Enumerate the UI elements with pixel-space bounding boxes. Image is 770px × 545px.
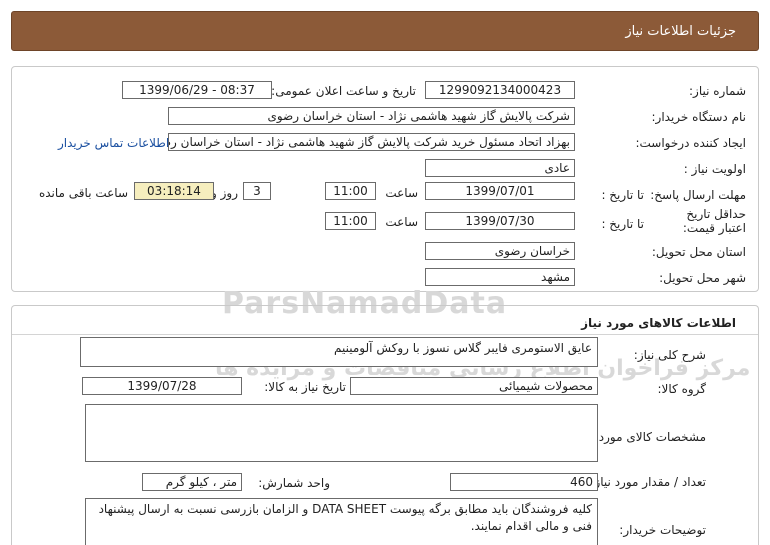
page-header: جزئیات اطلاعات نیاز [11, 11, 759, 51]
buyer-label: نام دستگاه خریدار: [651, 110, 747, 124]
city-field: مشهد [425, 268, 575, 286]
remaining-days-field: 3 [243, 182, 271, 200]
remaining-time-field: 03:18:14 [134, 182, 214, 200]
province-label: استان محل تحویل: [651, 245, 746, 259]
need-number-label: شماره نیاز: [689, 84, 746, 98]
days-label: روز و [211, 186, 238, 200]
deadline-until-label: تا تاریخ : [601, 188, 644, 202]
city-label: شهر محل تحویل: [659, 271, 746, 285]
unit-label: واحد شمارش: [258, 476, 330, 490]
goods-title-divider [12, 334, 758, 335]
buyer-notes-label: توضیحات خریدار: [619, 523, 706, 537]
group-field: محصولات شیمیائی [350, 377, 598, 395]
contact-buyer-link[interactable]: اطلاعات تماس خریدار [58, 136, 169, 150]
group-label: گروه کالا: [657, 382, 707, 396]
deadline-date-field: 1399/07/01 [425, 182, 575, 200]
priority-label: اولویت نیاز : [683, 162, 746, 176]
buyer-field: شرکت پالایش گاز شهید هاشمی نژاد - استان … [168, 107, 575, 125]
province-field: خراسان رضوی [425, 242, 575, 260]
validity-time-label: ساعت [385, 215, 418, 229]
announce-label: تاریخ و ساعت اعلان عمومی: [271, 84, 416, 98]
deadline-time-field: 11:00 [325, 182, 376, 200]
deadline-time-label: ساعت [385, 186, 418, 200]
deadline-label: مهلت ارسال پاسخ: [650, 188, 746, 202]
need-date-field: 1399/07/28 [82, 377, 242, 395]
validity-label: حداقل تاریخ اعتبار قیمت: [682, 207, 746, 235]
buyer-notes-field: کلیه فروشندگان باید مطابق برگه پیوست DAT… [85, 498, 598, 545]
qty-field: 460 [450, 473, 598, 491]
qty-label: تعداد / مقدار مورد نیاز: [590, 475, 706, 489]
need-number-field: 1299092134000423 [425, 81, 575, 99]
validity-until-label: تا تاریخ : [601, 217, 644, 231]
desc-field: عایق الاستومری فایبر گلاس نسوز با روکش آ… [80, 337, 598, 367]
goods-section-title: اطلاعات کالاهای مورد نیاز [581, 316, 736, 330]
remaining-label: ساعت باقی مانده [38, 186, 128, 200]
unit-field: متر ، کیلو گرم [142, 473, 242, 491]
validity-date-field: 1399/07/30 [425, 212, 575, 230]
need-date-label: تاریخ نیاز به کالا: [264, 380, 346, 394]
page-title: جزئیات اطلاعات نیاز [625, 24, 736, 39]
need-info-panel [11, 66, 759, 292]
priority-field: عادی [425, 159, 575, 177]
desc-label: شرح کلی نیاز: [633, 348, 706, 362]
spec-field [85, 404, 598, 462]
creator-field: بهزاد اتحاد مسئول خرید شرکت پالایش گاز ش… [168, 133, 575, 151]
validity-time-field: 11:00 [325, 212, 376, 230]
creator-label: ایجاد کننده درخواست: [635, 136, 746, 150]
announce-field: 1399/06/29 - 08:37 [122, 81, 272, 99]
